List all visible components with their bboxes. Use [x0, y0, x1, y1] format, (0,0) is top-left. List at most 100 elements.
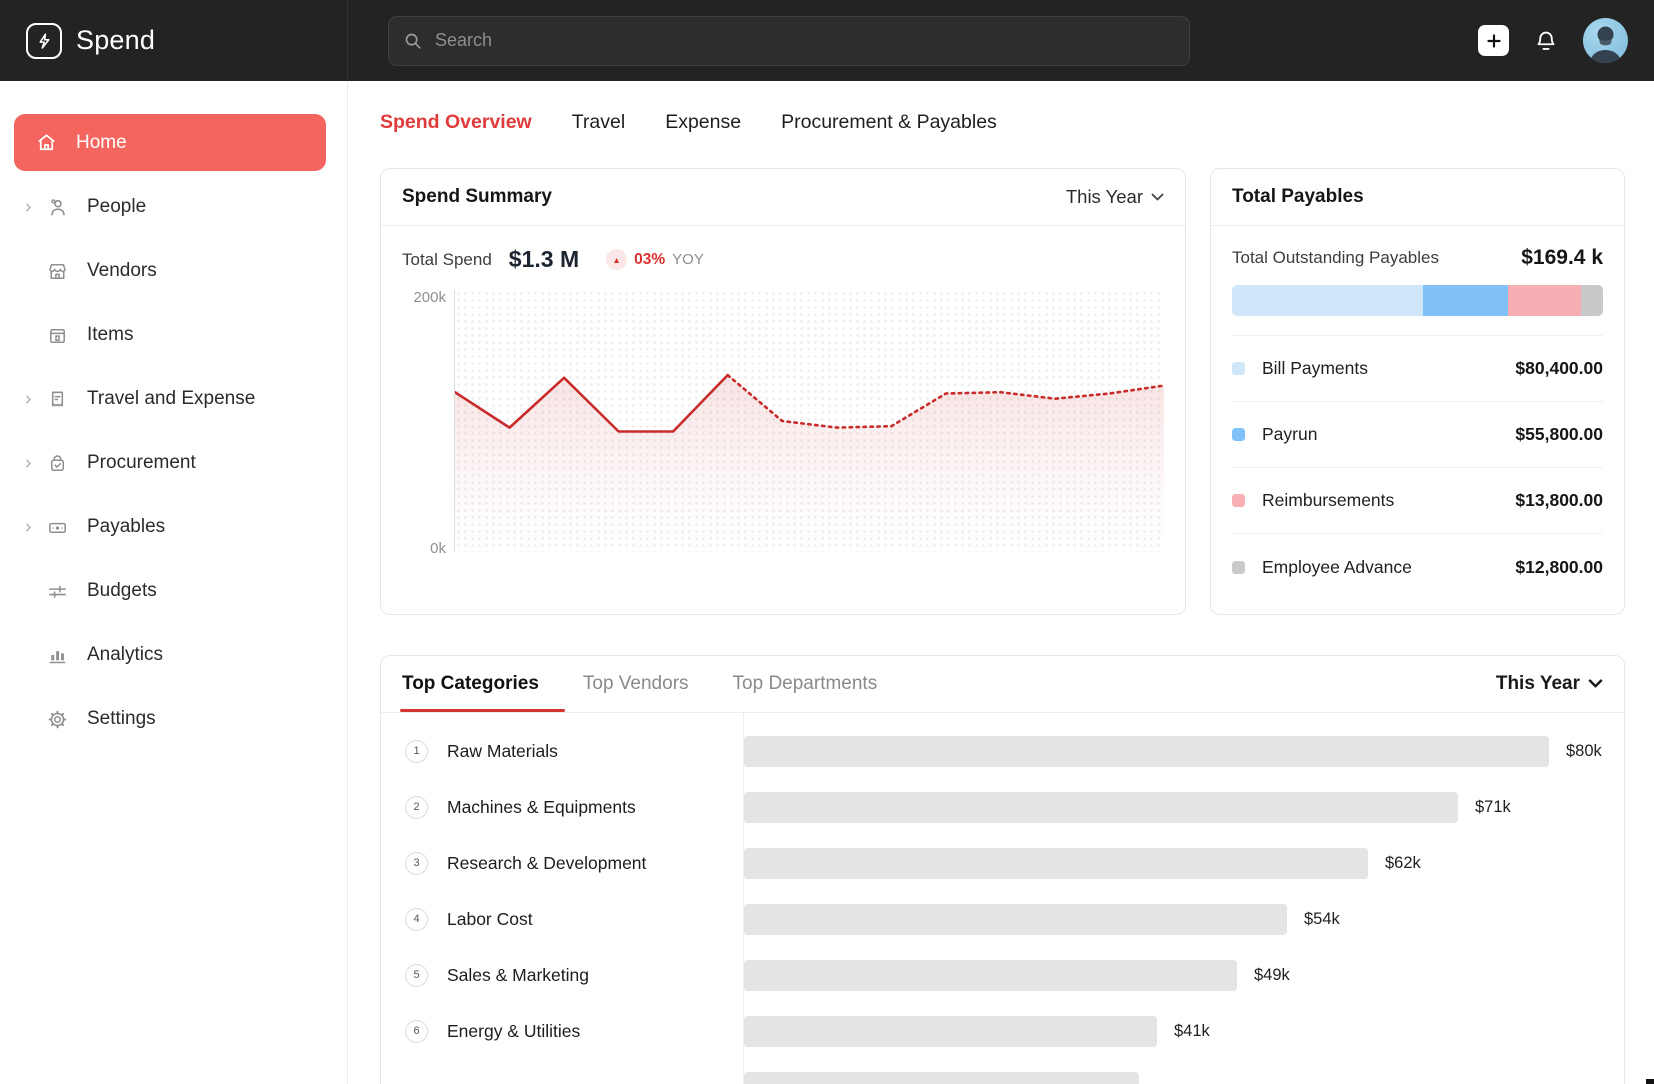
tab-expense[interactable]: Expense — [665, 111, 741, 134]
sidebar-item-home[interactable]: Home — [14, 114, 326, 171]
chevron-down-icon — [1151, 193, 1164, 202]
spend-summary-card: Spend Summary This Year Total Spend $1.3… — [380, 168, 1186, 615]
total-payables-title: Total Payables — [1232, 186, 1364, 208]
payables-legend-square — [1232, 428, 1245, 441]
sidebar-item-travel-and-expense[interactable]: Travel and Expense — [0, 367, 347, 431]
sidebar-item-label: Vendors — [87, 260, 157, 282]
top-categories-card: Top Categories Top Vendors Top Departmen… — [380, 655, 1625, 1084]
line-chart-plot — [454, 290, 1164, 552]
yoy-up-arrow-icon: ▲ — [606, 249, 627, 270]
payables-row-payrun: Payrun $55,800.00 — [1232, 402, 1603, 468]
payables-legend-square — [1232, 362, 1245, 375]
lightning-logo-icon — [26, 23, 62, 59]
sidebar-item-settings[interactable]: Settings — [0, 687, 347, 751]
cut-off-element — [1646, 1079, 1654, 1084]
user-avatar[interactable] — [1583, 18, 1628, 63]
bag-check-icon — [46, 452, 69, 475]
tab-top-vendors[interactable]: Top Vendors — [583, 656, 689, 712]
bar-row: $49k — [744, 947, 1624, 1003]
storefront-icon — [46, 260, 69, 283]
list-item: 3 Research & Development — [381, 835, 743, 891]
category-bar — [744, 904, 1287, 935]
rank-badge: 5 — [405, 964, 428, 987]
payables-row-value: $13,800.00 — [1515, 490, 1603, 511]
search-bar — [388, 16, 1190, 66]
category-label: Sales & Marketing — [447, 965, 589, 986]
spend-dashboard-app: Spend Home — [0, 0, 1654, 1084]
sidebar-item-label: Procurement — [87, 452, 196, 474]
chevron-right-icon — [22, 201, 35, 214]
bell-icon[interactable] — [1533, 28, 1559, 54]
rank-badge: 6 — [405, 1020, 428, 1043]
tab-spend-overview[interactable]: Spend Overview — [380, 111, 532, 134]
sidebar-item-label: Analytics — [87, 644, 163, 666]
category-label: Energy & Utilities — [447, 1021, 580, 1042]
cash-note-icon — [46, 516, 69, 539]
payables-row-value: $80,400.00 — [1515, 358, 1603, 379]
sidebar-item-budgets[interactable]: Budgets — [0, 559, 347, 623]
sliders-icon — [46, 580, 69, 603]
person-icon — [46, 196, 69, 219]
category-bar — [744, 848, 1368, 879]
sidebar-item-procurement[interactable]: Procurement — [0, 431, 347, 495]
payables-bar-segment — [1508, 285, 1580, 316]
gear-icon — [46, 708, 69, 731]
payables-row-value: $55,800.00 — [1515, 424, 1603, 445]
top-section-period-dropdown[interactable]: This Year — [1496, 673, 1603, 695]
page-tabs: Spend Overview Travel Expense Procuremen… — [380, 111, 1625, 134]
sidebar-item-vendors[interactable]: Vendors — [0, 239, 347, 303]
search-input[interactable] — [388, 16, 1190, 66]
category-label: Machines & Equipments — [447, 797, 636, 818]
bar-row: $80k — [744, 723, 1624, 779]
plus-icon[interactable] — [1478, 25, 1509, 56]
period-value: This Year — [1066, 186, 1143, 208]
rank-badge: 3 — [405, 852, 428, 875]
receipt-icon — [46, 388, 69, 411]
payables-row-bill-payments: Bill Payments $80,400.00 — [1232, 336, 1603, 402]
sidebar-item-label: Travel and Expense — [87, 388, 255, 410]
tab-procurement-payables[interactable]: Procurement & Payables — [781, 111, 997, 134]
sidebar-item-label: Budgets — [87, 580, 157, 602]
total-payables-card: Total Payables Total Outstanding Payable… — [1210, 168, 1625, 615]
rank-badge: 1 — [405, 740, 428, 763]
spend-summary-period-dropdown[interactable]: This Year — [1066, 186, 1164, 208]
bar-chart-icon — [46, 644, 69, 667]
y-axis-min: 0k — [430, 541, 446, 556]
sidebar-item-label: Payables — [87, 516, 165, 538]
sidebar-item-analytics[interactable]: Analytics — [0, 623, 347, 687]
tab-top-departments[interactable]: Top Departments — [733, 656, 878, 712]
total-spend-value: $1.3 M — [509, 246, 579, 273]
payables-legend-square — [1232, 561, 1245, 574]
tab-top-categories[interactable]: Top Categories — [402, 656, 539, 712]
chevron-down-icon — [1588, 679, 1603, 689]
category-list: 1 Raw Materials 2 Machines & Equipments … — [381, 713, 743, 1084]
bar-row: $62k — [744, 835, 1624, 891]
sidebar-item-payables[interactable]: Payables — [0, 495, 347, 559]
chevron-right-icon — [22, 393, 35, 406]
chevron-right-icon — [22, 521, 35, 534]
main-content: Spend Overview Travel Expense Procuremen… — [348, 81, 1654, 1084]
bar-value-label: $49k — [1254, 966, 1290, 985]
bar-row: $54k — [744, 891, 1624, 947]
payables-row-label: Bill Payments — [1262, 358, 1368, 379]
spend-summary-title: Spend Summary — [402, 186, 552, 208]
category-bar — [744, 960, 1237, 991]
sidebar-item-people[interactable]: People — [0, 175, 347, 239]
list-item: 6 Energy & Utilities — [381, 1003, 743, 1059]
outstanding-payables-label: Total Outstanding Payables — [1232, 248, 1439, 268]
sidebar-item-label: People — [87, 196, 146, 218]
sidebar: Home People Vendors Items — [0, 81, 348, 1084]
bar-value-label: $71k — [1475, 798, 1511, 817]
category-bar — [744, 792, 1458, 823]
payables-bar-segment — [1232, 285, 1423, 316]
payables-row-value: $12,800.00 — [1515, 557, 1603, 578]
box-icon — [46, 324, 69, 347]
category-bar — [744, 736, 1549, 767]
tab-travel[interactable]: Travel — [572, 111, 625, 134]
payables-row-label: Reimbursements — [1262, 490, 1394, 511]
sidebar-item-items[interactable]: Items — [0, 303, 347, 367]
payables-row-reimbursements: Reimbursements $13,800.00 — [1232, 468, 1603, 534]
payables-row-label: Payrun — [1262, 424, 1317, 445]
period-value: This Year — [1496, 673, 1580, 695]
bar-value-label: $41k — [1174, 1022, 1210, 1041]
